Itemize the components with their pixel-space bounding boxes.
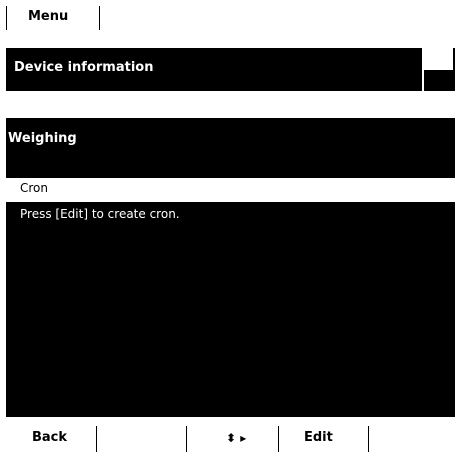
scrollbar-thumb[interactable] bbox=[424, 48, 453, 70]
list-item-cron[interactable] bbox=[6, 178, 455, 200]
navigate-arrows-icon[interactable]: ⬍ ▸ bbox=[226, 431, 246, 445]
list-item-cron-label: Cron bbox=[20, 181, 48, 195]
menu-right-divider bbox=[99, 6, 100, 30]
softkey-divider-2 bbox=[186, 426, 187, 452]
content-area bbox=[6, 202, 455, 417]
softkey-divider-3 bbox=[278, 426, 279, 452]
softkey-divider-1 bbox=[96, 426, 97, 452]
weighing-header bbox=[6, 118, 455, 178]
softkey-divider-4 bbox=[368, 426, 369, 452]
edit-button[interactable]: Edit bbox=[304, 430, 333, 445]
menu-left-divider bbox=[6, 6, 7, 30]
back-button[interactable]: Back bbox=[32, 430, 67, 445]
device-information-title: Device information bbox=[14, 60, 154, 75]
weighing-title: Weighing bbox=[8, 131, 77, 146]
instruction-text: Press [Edit] to create cron. bbox=[20, 207, 180, 221]
menu-button[interactable]: Menu bbox=[28, 9, 68, 24]
